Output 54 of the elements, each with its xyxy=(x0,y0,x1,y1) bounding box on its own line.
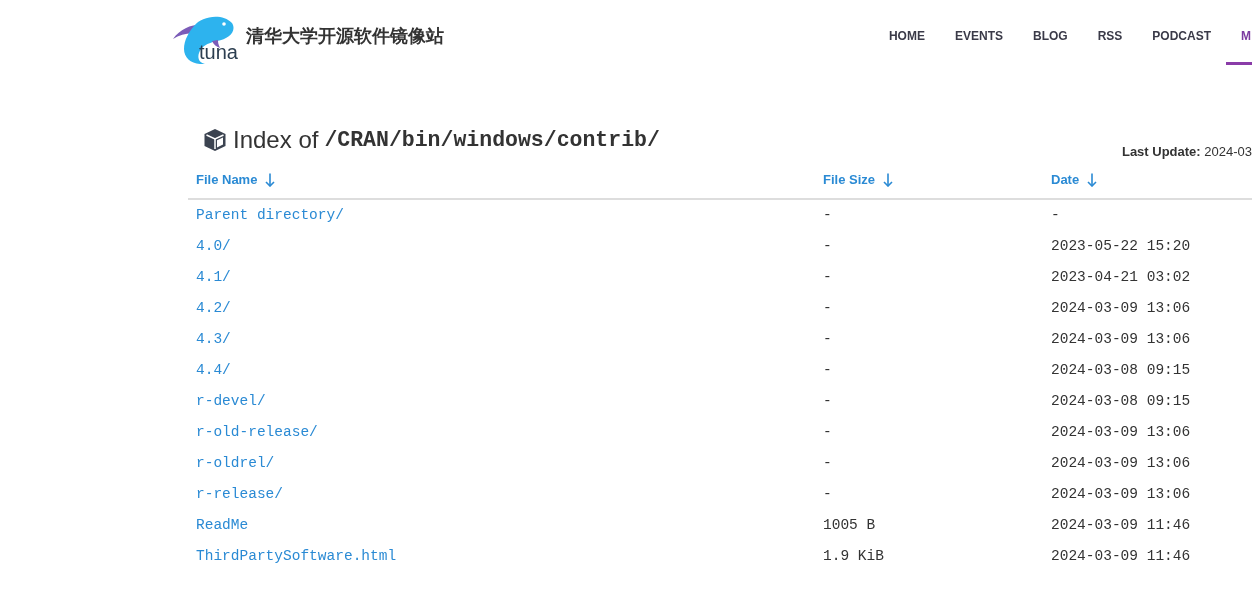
file-date: 2024-03-08 09:15 xyxy=(1051,360,1191,380)
last-update: Last Update: 2024-03 xyxy=(1121,143,1252,161)
nav-link[interactable]: PODCAST xyxy=(1137,0,1226,65)
arrow-down-icon xyxy=(883,172,894,187)
file-link[interactable]: 4.1/ xyxy=(196,266,231,289)
nav-link[interactable]: HOME xyxy=(873,0,940,65)
file-size: - xyxy=(823,329,832,349)
file-size: - xyxy=(823,267,832,287)
cube-icon xyxy=(203,128,227,152)
arrow-down-icon xyxy=(265,172,276,187)
column-header[interactable]: File Name xyxy=(196,169,276,190)
file-link[interactable]: Parent directory/ xyxy=(196,204,344,227)
file-link[interactable]: 4.4/ xyxy=(196,359,231,382)
file-link[interactable]: r-oldrel/ xyxy=(196,452,275,475)
file-date: 2024-03-08 09:15 xyxy=(1051,391,1191,411)
file-link[interactable]: 4.2/ xyxy=(196,297,231,320)
file-link[interactable]: 4.0/ xyxy=(196,235,231,258)
file-link[interactable]: r-devel/ xyxy=(196,390,266,413)
logo-text: tuna xyxy=(199,41,238,63)
file-size: 1005 B xyxy=(823,515,876,535)
nav-link[interactable]: RSS xyxy=(1082,0,1138,65)
arrow-down-icon xyxy=(1087,172,1098,187)
nav-link[interactable]: M xyxy=(1226,0,1252,65)
file-date: 2023-05-22 15:20 xyxy=(1051,236,1191,256)
file-size: - xyxy=(823,236,832,256)
column-header[interactable]: Date xyxy=(1051,169,1098,190)
file-date: 2024-03-09 13:06 xyxy=(1051,329,1191,349)
column-header[interactable]: File Size xyxy=(823,169,894,190)
file-size: - xyxy=(823,205,832,225)
file-size: - xyxy=(823,360,832,380)
file-date: - xyxy=(1051,205,1060,225)
nav-link[interactable]: BLOG xyxy=(1017,0,1083,65)
file-link[interactable]: 4.3/ xyxy=(196,328,231,351)
nav-link[interactable]: EVENTS xyxy=(939,0,1018,65)
file-date: 2024-03-09 11:46 xyxy=(1051,546,1191,566)
site-title: 清华大学开源软件镜像站 xyxy=(246,25,444,48)
file-link[interactable]: r-old-release/ xyxy=(196,421,318,444)
file-date: 2024-03-09 11:46 xyxy=(1051,515,1191,535)
file-date: 2023-04-21 03:02 xyxy=(1051,267,1191,287)
directory-path: /CRAN/bin/windows/contrib/ xyxy=(324,127,660,154)
file-date: 2024-03-09 13:06 xyxy=(1051,453,1191,473)
file-size: - xyxy=(823,453,832,473)
page-heading: Index of xyxy=(233,125,319,155)
file-size: - xyxy=(823,484,832,504)
file-size: 1.9 KiB xyxy=(823,546,884,566)
file-date: 2024-03-09 13:06 xyxy=(1051,422,1191,442)
file-size: - xyxy=(823,391,832,411)
file-link[interactable]: r-release/ xyxy=(196,483,283,506)
file-date: 2024-03-09 13:06 xyxy=(1051,484,1191,504)
file-size: - xyxy=(823,422,832,442)
file-link[interactable]: ReadMe xyxy=(196,514,249,537)
file-size: - xyxy=(823,298,832,318)
file-date: 2024-03-09 13:06 xyxy=(1051,298,1191,318)
file-link[interactable]: ThirdPartySoftware.html xyxy=(196,545,397,568)
